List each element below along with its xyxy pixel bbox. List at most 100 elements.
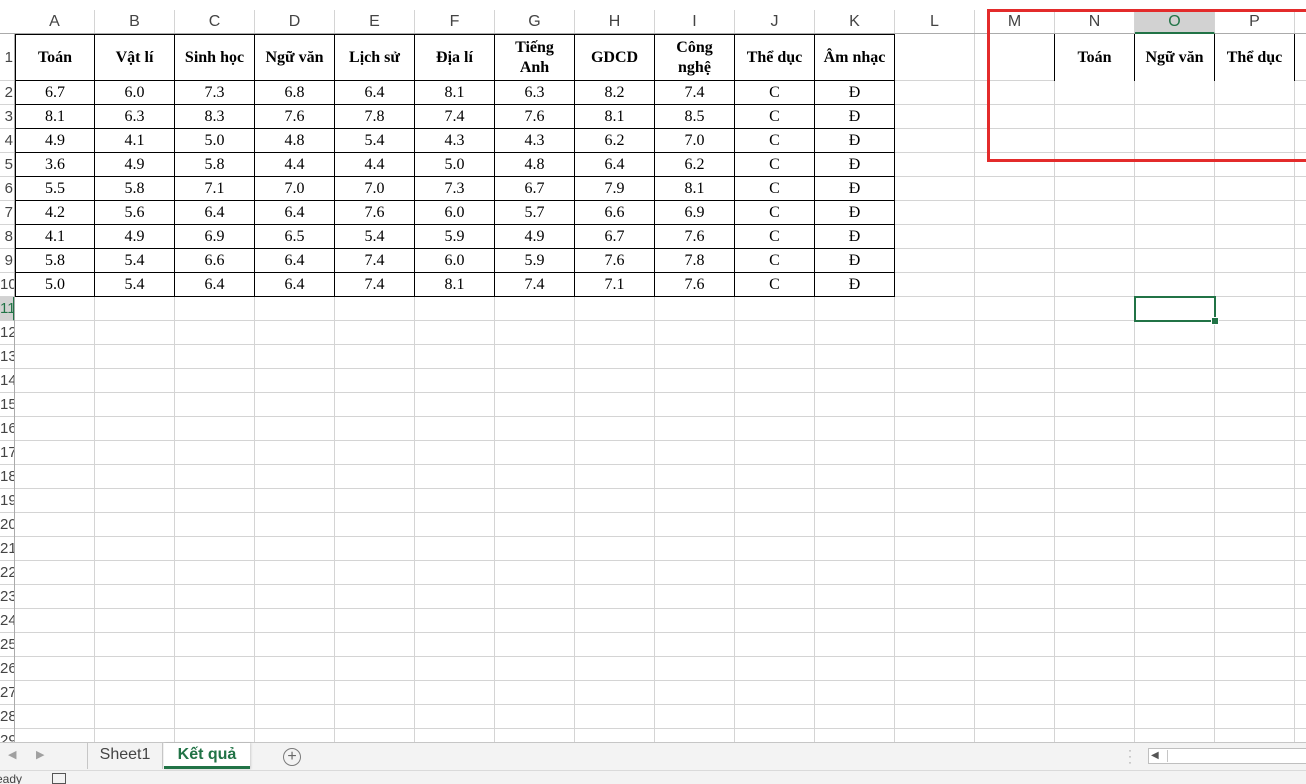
table-cell[interactable]: 6.2 <box>575 129 655 153</box>
table-cell[interactable]: 4.4 <box>335 153 415 177</box>
tab-scroll-right-icon[interactable]: ▶ <box>36 748 44 761</box>
table-cell[interactable]: 6.8 <box>255 81 335 105</box>
table-cell[interactable]: 6.4 <box>575 153 655 177</box>
table-cell[interactable]: Đ <box>815 129 895 153</box>
table-cell[interactable]: 7.4 <box>655 81 735 105</box>
fill-handle[interactable] <box>1211 317 1219 325</box>
row-header-18[interactable]: 18 <box>0 465 14 489</box>
table-cell[interactable]: 7.0 <box>655 129 735 153</box>
table-header-cell[interactable]: GDCD <box>575 34 655 81</box>
table-header-cell[interactable]: Sinh học <box>175 34 255 81</box>
cell-grid[interactable]: Toán Vật lí Sinh học Ngữ văn Lịch sử Địa lí Ti… <box>15 34 1306 742</box>
table-cell[interactable]: 4.8 <box>255 129 335 153</box>
row-header-13[interactable]: 13 <box>0 345 14 369</box>
row-header-21[interactable]: 21 <box>0 537 14 561</box>
table-cell[interactable]: 7.1 <box>175 177 255 201</box>
table-header-cell[interactable]: Thể dục <box>735 34 815 81</box>
row-header-5[interactable]: 5 <box>0 153 14 177</box>
row-header-7[interactable]: 7 <box>0 201 14 225</box>
row-header-27[interactable]: 27 <box>0 681 14 705</box>
table-cell[interactable]: 4.9 <box>15 129 95 153</box>
row-header-2[interactable]: 2 <box>0 81 14 105</box>
table-header-cell[interactable]: Toán <box>15 34 95 81</box>
scroll-left-arrow-icon[interactable]: ◀ <box>1151 749 1159 763</box>
row-header-10[interactable]: 10 <box>0 273 14 297</box>
table-cell[interactable]: Đ <box>815 273 895 297</box>
table-cell[interactable]: C <box>735 249 815 273</box>
table-cell[interactable]: 6.2 <box>655 153 735 177</box>
column-header-a[interactable]: A <box>15 10 95 33</box>
table-cell[interactable]: 4.3 <box>495 129 575 153</box>
table-cell[interactable]: 8.1 <box>415 81 495 105</box>
table-cell[interactable]: C <box>735 273 815 297</box>
table-cell[interactable]: 5.0 <box>415 153 495 177</box>
row-header-9[interactable]: 9 <box>0 249 14 273</box>
table-header-cell[interactable]: Tiếng Anh <box>495 34 575 81</box>
column-header-n[interactable]: N <box>1055 10 1135 33</box>
table-cell[interactable]: 6.3 <box>95 105 175 129</box>
row-header-15[interactable]: 15 <box>0 393 14 417</box>
table-cell[interactable]: Đ <box>815 201 895 225</box>
table-header-cell[interactable]: Địa lí <box>415 34 495 81</box>
table-cell[interactable]: 4.9 <box>495 225 575 249</box>
row-header-24[interactable]: 24 <box>0 609 14 633</box>
table-cell[interactable]: 8.2 <box>575 81 655 105</box>
table-cell[interactable]: 5.0 <box>15 273 95 297</box>
row-header-26[interactable]: 26 <box>0 657 14 681</box>
table-cell[interactable]: 5.8 <box>95 177 175 201</box>
table-cell[interactable]: 4.3 <box>415 129 495 153</box>
row-header-14[interactable]: 14 <box>0 369 14 393</box>
table-cell[interactable]: 6.4 <box>175 273 255 297</box>
table-cell[interactable]: 5.4 <box>95 273 175 297</box>
row-header-29[interactable]: 29 <box>0 729 14 742</box>
column-header-d[interactable]: D <box>255 10 335 33</box>
table-cell[interactable]: 7.4 <box>335 249 415 273</box>
row-header-25[interactable]: 25 <box>0 633 14 657</box>
table-cell[interactable]: 7.6 <box>255 105 335 129</box>
table-cell[interactable]: 5.9 <box>495 249 575 273</box>
row-header-8[interactable]: 8 <box>0 225 14 249</box>
add-sheet-icon[interactable]: + <box>283 748 301 766</box>
table-header-cell[interactable]: Công nghệ <box>655 34 735 81</box>
table-cell[interactable]: 7.3 <box>415 177 495 201</box>
table-cell[interactable]: C <box>735 201 815 225</box>
row-header-28[interactable]: 28 <box>0 705 14 729</box>
table-cell[interactable]: 4.9 <box>95 225 175 249</box>
column-header-p[interactable]: P <box>1215 10 1295 33</box>
column-header-j[interactable]: J <box>735 10 815 33</box>
table-cell[interactable]: 6.7 <box>575 225 655 249</box>
table-cell[interactable]: 6.7 <box>15 81 95 105</box>
table-cell[interactable]: 5.0 <box>175 129 255 153</box>
table-cell[interactable]: 4.1 <box>15 225 95 249</box>
row-header-22[interactable]: 22 <box>0 561 14 585</box>
table-cell[interactable]: 8.1 <box>655 177 735 201</box>
table-cell[interactable]: 6.4 <box>255 201 335 225</box>
table-cell[interactable]: 5.4 <box>95 249 175 273</box>
table-cell[interactable]: 6.5 <box>255 225 335 249</box>
table-cell[interactable]: 6.0 <box>415 249 495 273</box>
tab-sheet1[interactable]: Sheet1 <box>87 743 163 769</box>
table-cell[interactable]: 8.1 <box>15 105 95 129</box>
summary-header-cell[interactable]: Ngữ văn <box>1135 34 1215 81</box>
table-cell[interactable]: 7.6 <box>655 273 735 297</box>
table-header-cell[interactable]: Lịch sử <box>335 34 415 81</box>
table-cell[interactable]: 5.8 <box>175 153 255 177</box>
table-cell[interactable]: 6.9 <box>655 201 735 225</box>
table-cell[interactable]: 4.4 <box>255 153 335 177</box>
table-cell[interactable]: C <box>735 105 815 129</box>
table-cell[interactable]: 6.6 <box>575 201 655 225</box>
scrollbar-thumb[interactable] <box>1167 750 1306 762</box>
table-cell[interactable]: 6.3 <box>495 81 575 105</box>
row-header-17[interactable]: 17 <box>0 441 14 465</box>
table-cell[interactable]: 7.0 <box>335 177 415 201</box>
tab-ket-qua[interactable]: Kết quả <box>164 743 250 769</box>
table-cell[interactable]: 7.1 <box>575 273 655 297</box>
table-header-cell[interactable]: Ngữ văn <box>255 34 335 81</box>
table-cell[interactable]: Đ <box>815 177 895 201</box>
column-header-i[interactable]: I <box>655 10 735 33</box>
summary-header-cell[interactable]: Toán <box>1055 34 1135 81</box>
table-cell[interactable]: 5.6 <box>95 201 175 225</box>
column-header-b[interactable]: B <box>95 10 175 33</box>
column-header-h[interactable]: H <box>575 10 655 33</box>
table-cell[interactable]: 4.1 <box>95 129 175 153</box>
